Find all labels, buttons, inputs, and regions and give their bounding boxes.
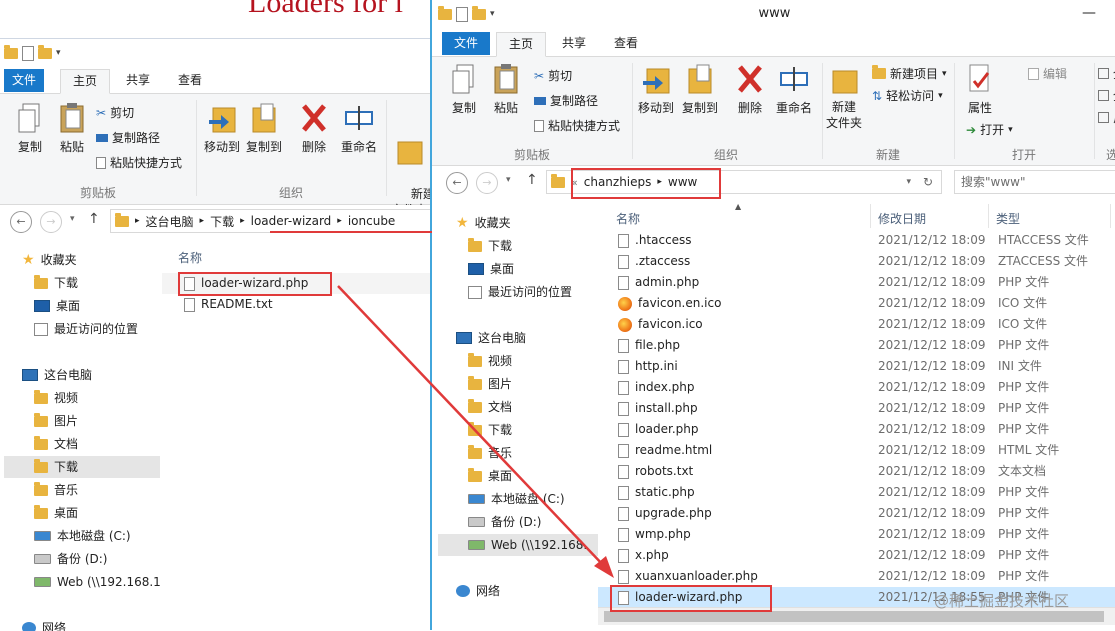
annotation-arrow-line bbox=[337, 285, 605, 567]
watermark: @稀土掘金技术社区 bbox=[934, 592, 1070, 610]
annotation-arrow bbox=[337, 285, 614, 578]
